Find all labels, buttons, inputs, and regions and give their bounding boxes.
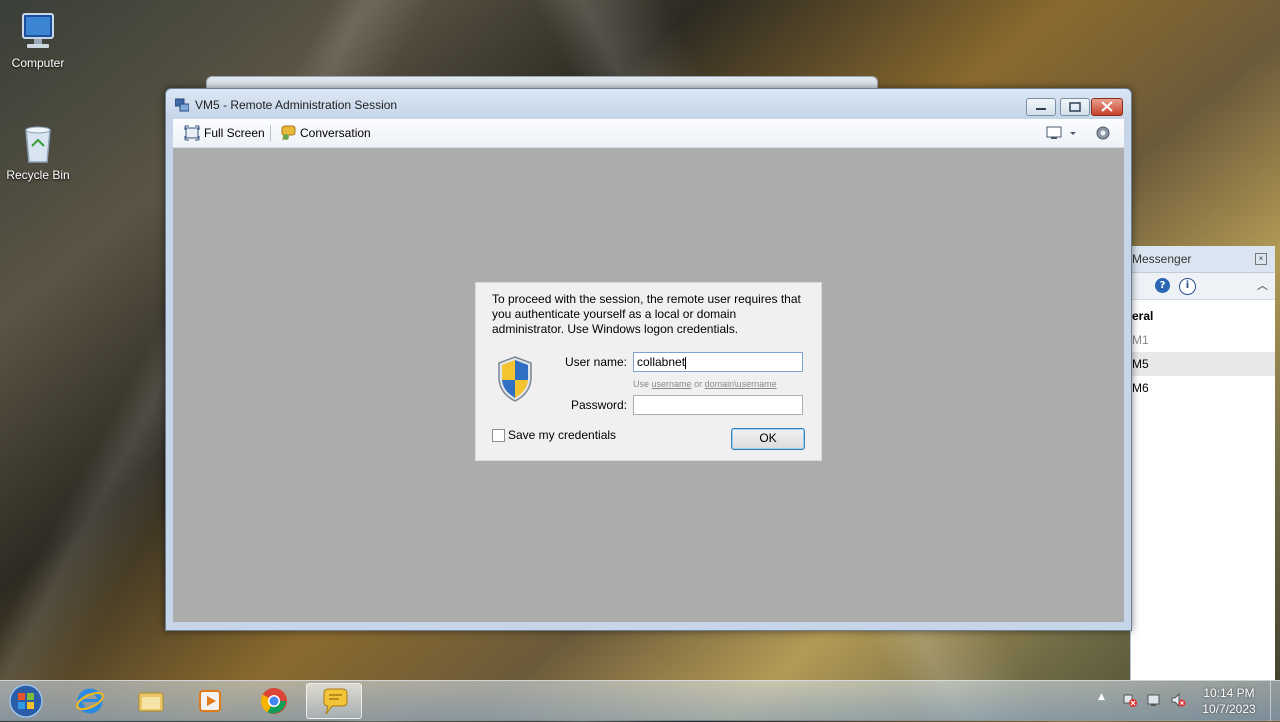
list-item[interactable]: M6 (1131, 376, 1275, 400)
collapse-chevron-icon[interactable]: ︿ (1257, 277, 1268, 293)
recycle-bin-icon (16, 122, 60, 166)
conversation-icon (281, 125, 296, 141)
full-screen-label: Full Screen (204, 126, 265, 140)
settings-button[interactable] (1095, 125, 1111, 141)
maximize-button[interactable] (1060, 98, 1090, 116)
session-toolbar: Full Screen Conversation (173, 119, 1124, 148)
text-cursor (685, 356, 687, 369)
save-credentials-label[interactable]: Save my credentials (508, 428, 616, 442)
messenger-title-bar: Messenger × (1131, 246, 1275, 273)
username-field[interactable]: collabnet (633, 352, 803, 372)
help-icon[interactable]: ? (1155, 278, 1170, 293)
toolbar-separator (270, 125, 271, 141)
desktop-icon-label: Computer (11, 56, 65, 70)
title-bar[interactable]: VM5 - Remote Administration Session (166, 89, 1131, 119)
chrome-icon (260, 688, 287, 714)
dialog-message: To proceed with the session, the remote … (492, 292, 801, 336)
taskbar-file-explorer[interactable] (123, 683, 179, 719)
list-item[interactable]: M1 (1131, 328, 1275, 352)
close-icon (1101, 101, 1113, 112)
password-label: Password: (570, 398, 627, 412)
window-title: VM5 - Remote Administration Session (195, 98, 398, 112)
network-warning-icon[interactable] (1122, 692, 1138, 708)
computer-icon (16, 10, 60, 54)
info-icon[interactable]: i (1179, 278, 1196, 295)
username-hint: Use username or domain\username (633, 379, 777, 389)
messenger-title: Messenger (1132, 252, 1192, 266)
logon-dialog: To proceed with the session, the remote … (475, 282, 822, 461)
taskbar-chrome[interactable] (246, 683, 302, 719)
desktop-icon-recycle-bin[interactable]: Recycle Bin (0, 122, 76, 182)
windows-logo-icon (9, 684, 43, 718)
volume-muted-icon[interactable] (1170, 692, 1186, 708)
messenger-panel: Messenger × ? i ︿ eral M1 M5 M6 (1130, 246, 1275, 680)
action-center-icon[interactable] (1146, 692, 1162, 708)
ok-button[interactable]: OK (731, 428, 805, 450)
conversation-label: Conversation (300, 126, 371, 140)
username-value: collabnet (637, 355, 686, 369)
internet-explorer-icon (76, 688, 104, 714)
desktop-icon-computer[interactable]: Computer (0, 10, 76, 70)
close-icon[interactable]: × (1255, 253, 1267, 265)
show-hidden-icons-icon[interactable]: ▲ (1098, 692, 1114, 708)
clock-date: 10/7/2023 (1202, 702, 1256, 716)
display-options-button[interactable] (1045, 125, 1079, 141)
start-button[interactable] (6, 683, 46, 719)
full-screen-icon (184, 125, 200, 141)
hint-username-link: username (651, 379, 692, 389)
desktop-icon-label: Recycle Bin (6, 168, 70, 182)
media-player-icon (199, 690, 221, 712)
folder-icon (138, 692, 164, 712)
conversation-button[interactable]: Conversation (280, 125, 371, 141)
username-label: User name: (564, 355, 627, 369)
minimize-icon (1036, 108, 1046, 110)
full-screen-button[interactable]: Full Screen (184, 125, 265, 141)
hint-domain-link: domain\username (704, 379, 777, 389)
minimize-button[interactable] (1026, 98, 1056, 116)
close-button[interactable] (1091, 98, 1123, 116)
taskbar: ▲ 10:14 PM 10/7/2023 (0, 680, 1280, 721)
maximize-icon (1069, 102, 1081, 112)
messenger-toolbar: ? i ︿ (1131, 273, 1275, 300)
list-item[interactable]: M5 (1131, 352, 1275, 376)
taskbar-media-player[interactable] (182, 683, 238, 719)
taskbar-internet-explorer[interactable] (62, 683, 118, 719)
gear-icon (1096, 126, 1110, 140)
messenger-group-header: eral (1132, 309, 1154, 323)
taskbar-clock[interactable]: 10:14 PM 10/7/2023 (1194, 685, 1264, 717)
taskbar-remote-admin-active[interactable] (306, 683, 362, 719)
clock-time: 10:14 PM (1203, 686, 1255, 700)
monitor-icon (1046, 126, 1076, 139)
password-field[interactable] (633, 395, 803, 415)
speech-bubble-icon (323, 688, 348, 715)
save-credentials-checkbox[interactable] (492, 429, 505, 442)
remote-session-icon (175, 98, 189, 112)
show-desktop-button[interactable] (1270, 681, 1280, 721)
